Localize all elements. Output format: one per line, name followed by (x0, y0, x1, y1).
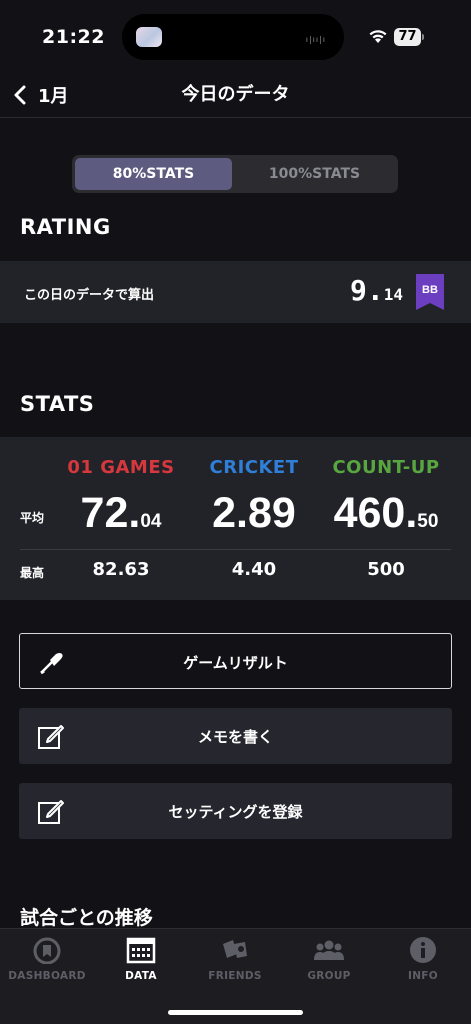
rating-class-badge: BB (416, 274, 444, 310)
stat-countup-average-int: 460. (333, 489, 418, 537)
tab-info-label: INFO (408, 970, 438, 982)
tab-data[interactable]: DATA (94, 929, 188, 999)
write-memo-label: メモを書く (197, 728, 273, 746)
game-result-button[interactable]: ゲームリザルト (19, 633, 452, 689)
tab-dashboard[interactable]: DASHBOARD (0, 929, 94, 999)
battery-icon: 77 (394, 28, 424, 46)
trend-heading: 試合ごとの推移 (20, 907, 153, 929)
stat-01-games-average-dec: 04 (140, 511, 162, 532)
stat-countup-title: COUNT-UP (332, 457, 440, 478)
group-icon (314, 940, 344, 960)
wifi-icon (369, 30, 387, 43)
rating-value: 9.14 (350, 274, 403, 307)
stats-panel: 01 GAMES CRICKET COUNT-UP 平均 72.04 2.89 … (0, 437, 471, 600)
tab-100-stats[interactable]: 100%STATS (236, 158, 393, 190)
stat-countup-average: 460.50 (306, 489, 466, 538)
tab-data-label: DATA (125, 970, 157, 982)
dynamic-island: ı|ıı|ı (122, 14, 344, 60)
register-setting-label: セッティングを登録 (168, 803, 303, 821)
stat-countup-max: 500 (367, 559, 405, 580)
stats-heading: STATS (20, 392, 95, 416)
stats-divider (20, 549, 451, 550)
friends-icon (223, 940, 247, 958)
register-setting-button[interactable]: セッティングを登録 (19, 783, 452, 839)
rating-value-int: 9. (350, 274, 384, 307)
status-bar: 21:22 ı|ıı|ı 77 (0, 0, 471, 76)
game-result-label: ゲームリザルト (183, 654, 288, 672)
tab-group-label: GROUP (307, 970, 351, 982)
tab-group[interactable]: GROUP (282, 929, 376, 999)
home-indicator[interactable] (168, 1010, 303, 1015)
dashboard-icon (33, 937, 61, 964)
calendar-icon (126, 937, 156, 964)
rating-value-dec: 14 (383, 285, 403, 304)
tab-dashboard-label: DASHBOARD (8, 970, 86, 982)
rating-label: この日のデータで算出 (24, 288, 155, 303)
now-playing-thumbnail (136, 27, 162, 47)
rating-heading: RATING (20, 215, 111, 239)
tab-friends[interactable]: FRIENDS (188, 929, 282, 999)
info-icon (410, 937, 436, 963)
battery-level: 77 (394, 28, 421, 46)
page-title: 今日のデータ (181, 84, 290, 105)
tab-info[interactable]: INFO (376, 929, 470, 999)
tab-bar: DASHBOARD DATA FRIENDS GROUP INFO (0, 928, 471, 1024)
write-memo-button[interactable]: メモを書く (19, 708, 452, 764)
audio-wave-icon: ı|ıı|ı (305, 35, 326, 44)
rating-badge-label: BB (422, 284, 438, 296)
stat-01-games-average-int: 72. (80, 489, 141, 537)
rating-row: この日のデータで算出 9.14 (0, 261, 471, 323)
stats-mode-toggle: 80%STATS 100%STATS (72, 155, 398, 193)
nav-bar: 1月 今日のデータ (0, 76, 471, 118)
tab-80-stats[interactable]: 80%STATS (75, 158, 232, 190)
status-time: 21:22 (42, 26, 105, 48)
stat-countup-average-dec: 50 (417, 511, 439, 532)
stat-cricket-average-int: 2.89 (212, 489, 296, 537)
tab-friends-label: FRIENDS (208, 970, 262, 982)
